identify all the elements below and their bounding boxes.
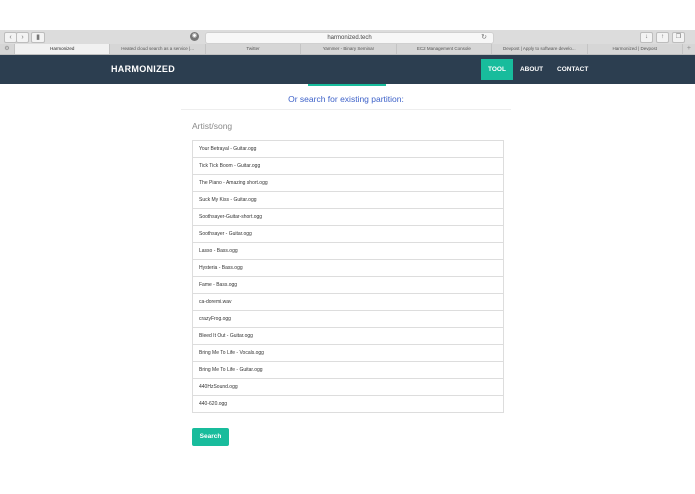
list-item[interactable]: Bring Me To Life - Vocals.ogg (193, 345, 503, 362)
shield-icon[interactable]: ◉ (190, 32, 199, 41)
nav-menu: TOOL ABOUT CONTACT (481, 59, 595, 80)
reload-icon[interactable]: ↻ (481, 33, 487, 43)
tab-harmonized-devpost[interactable]: Harmonized | Devpost (586, 44, 682, 54)
download-icon[interactable]: ↓ (640, 32, 653, 43)
search-subtitle: Or search for existing partition: (288, 94, 404, 104)
tab-heated-cloud[interactable]: Heated cloud search as a service |... (109, 44, 204, 54)
tab-twitter[interactable]: Twitter (204, 44, 300, 54)
tab-harmonized[interactable]: Harmonized (14, 44, 110, 54)
partition-list: Your Betrayal - Guitar.ogg Tick Tick Boom… (192, 140, 504, 413)
list-item[interactable]: Soothsayer - Guitar.ogg (193, 226, 503, 243)
list-item[interactable]: crazyFrog.ogg (193, 311, 503, 328)
list-item[interactable]: Tick Tick Boom - Guitar.ogg (193, 158, 503, 175)
brand-logo[interactable]: HARMONIZED (111, 55, 175, 84)
nav-about[interactable]: ABOUT (513, 59, 550, 80)
list-item[interactable]: Bleed It Out - Guitar.ogg (193, 328, 503, 345)
list-item[interactable]: 440HzSound.ogg (193, 379, 503, 396)
tabs-overview-icon[interactable]: ❐ (672, 32, 685, 43)
sidebar-toggle-icon[interactable]: ▮ (31, 32, 45, 43)
list-item[interactable]: 440-620.ogg (193, 396, 503, 413)
artist-song-input[interactable]: Artist/song (192, 121, 232, 131)
nav-contact[interactable]: CONTACT (550, 59, 595, 80)
list-item[interactable]: Your Betrayal - Guitar.ogg (193, 141, 503, 158)
address-bar[interactable]: harmonized.tech ↻ (205, 32, 494, 44)
site-navbar: HARMONIZED TOOL ABOUT CONTACT (0, 55, 695, 84)
search-button[interactable]: Search (192, 428, 229, 446)
list-item[interactable]: Soothsayer-Guitar-short.ogg (193, 209, 503, 226)
tab-settings-icon[interactable]: ⚙ (0, 44, 14, 54)
tab-yammer[interactable]: Yammer - Binary Seminar (300, 44, 395, 54)
tab-bar: ⚙ Harmonized Heated cloud search as a se… (0, 44, 695, 55)
tab-ec2[interactable]: EC2 Management Console (395, 44, 491, 54)
nav-tool[interactable]: TOOL (481, 59, 513, 80)
share-icon[interactable]: ↑ (656, 32, 669, 43)
new-tab-icon[interactable]: + (681, 44, 695, 54)
address-text: harmonized.tech (327, 35, 372, 41)
list-item[interactable]: Lasso - Bass.ogg (193, 243, 503, 260)
upload-button-edge[interactable] (308, 84, 386, 86)
divider (181, 109, 511, 110)
tab-devpost-apply[interactable]: Devpost | Apply to software develo... (491, 44, 586, 54)
list-item[interactable]: Suck My Kiss - Guitar.ogg (193, 192, 503, 209)
list-item[interactable]: ca-doremi.wav (193, 294, 503, 311)
list-item[interactable]: The Piano - Amazing short.ogg (193, 175, 503, 192)
list-item[interactable]: Bring Me To Life - Guitar.ogg (193, 362, 503, 379)
window-top (0, 0, 695, 30)
list-item[interactable]: Hysteria - Bass.ogg (193, 260, 503, 277)
list-item[interactable]: Fame - Bass.ogg (193, 277, 503, 294)
forward-icon[interactable]: › (16, 32, 29, 43)
